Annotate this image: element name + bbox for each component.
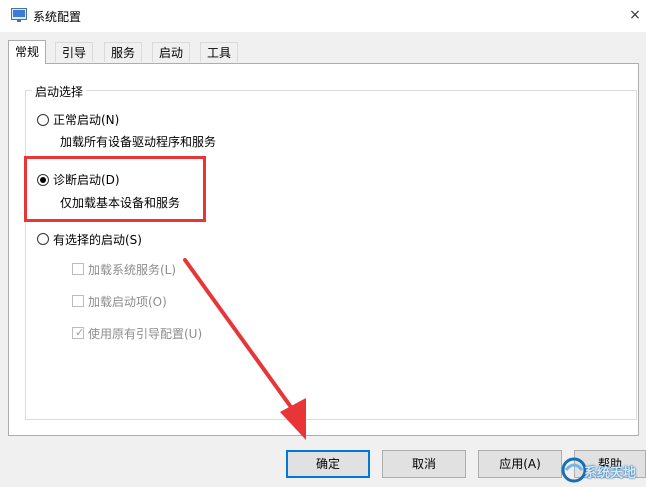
checkmark-icon: ✓ [75, 326, 85, 339]
title-bar: 系统配置 × [0, 0, 646, 32]
window-title: 系统配置 [33, 10, 82, 24]
site-watermark: 系统天地 [560, 456, 646, 487]
close-button[interactable]: × [624, 4, 646, 26]
normal-startup-description: 加载所有设备驱动程序和服务 [60, 135, 217, 149]
tab-services[interactable]: 服务 [104, 42, 143, 62]
startup-selection-legend: 启动选择 [32, 83, 87, 100]
load-startup-items-checkbox[interactable] [72, 295, 84, 307]
normal-startup-radio[interactable] [37, 114, 49, 126]
system-config-app-icon [11, 8, 27, 22]
load-system-services-checkbox[interactable] [72, 263, 84, 275]
watermark-text: 系统天地 [584, 466, 637, 481]
apply-button[interactable]: 应用(A) [478, 450, 562, 478]
load-startup-items-label: 加载启动项(O) [88, 295, 167, 309]
tab-startup[interactable]: 启动 [152, 42, 191, 62]
cancel-button[interactable]: 取消 [382, 450, 466, 478]
ok-button[interactable]: 确定 [286, 450, 370, 478]
selective-startup-label[interactable]: 有选择的启动(S) [53, 231, 142, 248]
tab-tools[interactable]: 工具 [200, 42, 239, 62]
tab-boot[interactable]: 引导 [55, 42, 94, 62]
annotation-highlight-box [24, 156, 206, 222]
load-system-services-label: 加载系统服务(L) [88, 263, 177, 277]
use-original-boot-config-label: 使用原有引导配置(U) [88, 327, 203, 341]
use-original-boot-config-checkbox[interactable]: ✓ [72, 326, 85, 339]
normal-startup-label[interactable]: 正常启动(N) [53, 111, 119, 128]
selective-startup-radio[interactable] [37, 233, 49, 245]
tab-general[interactable]: 常规 [8, 40, 47, 64]
